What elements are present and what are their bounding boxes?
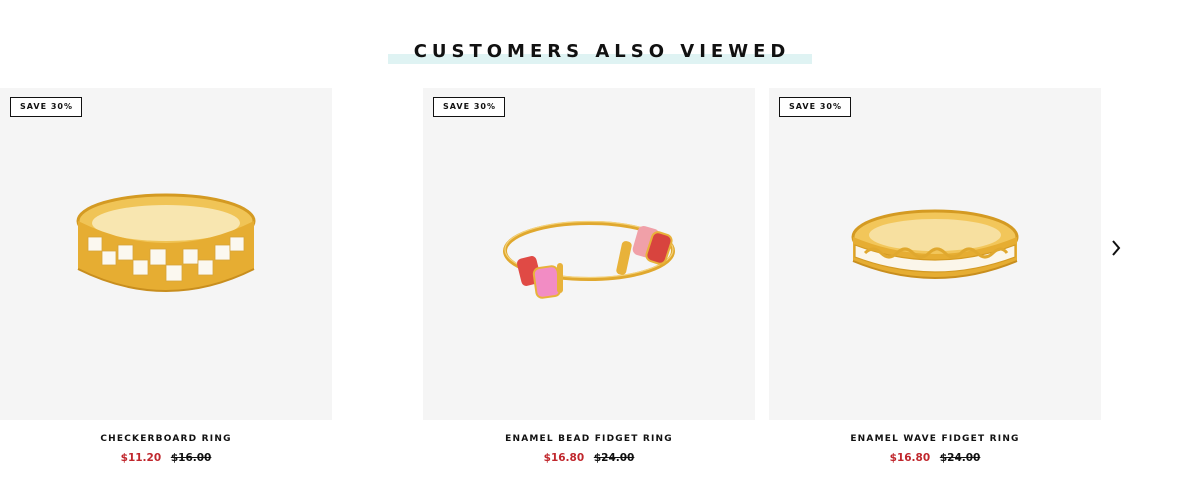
product-price: $16.80 $24.00	[769, 452, 1101, 464]
enamel-wave-ring-icon	[851, 209, 1019, 279]
enamel-bead-ring-icon	[503, 220, 675, 299]
product-card[interactable]: SAVE 30% CHECKERBOARD RING $11.20 $16.00	[0, 88, 332, 464]
product-image[interactable]: SAVE 30%	[423, 88, 755, 420]
sale-price: $16.80	[543, 452, 585, 464]
product-name[interactable]: ENAMEL WAVE FIDGET RING	[769, 434, 1101, 444]
original-price: $16.00	[170, 452, 212, 464]
original-price: $24.00	[593, 452, 635, 464]
sale-price: $11.20	[120, 452, 162, 464]
discount-badge: SAVE 30%	[433, 97, 505, 117]
original-price: $24.00	[939, 452, 981, 464]
product-price: $16.80 $24.00	[423, 452, 755, 464]
discount-badge: SAVE 30%	[10, 97, 82, 117]
product-image[interactable]: SAVE 30%	[0, 88, 332, 420]
carousel-next-button[interactable]	[1106, 236, 1126, 260]
checkerboard-ring-icon	[76, 193, 256, 292]
product-price: $11.20 $16.00	[0, 452, 332, 464]
chevron-right-icon	[1112, 240, 1121, 256]
product-name[interactable]: ENAMEL BEAD FIDGET RING	[423, 434, 755, 444]
section-title: CUSTOMERS ALSO VIEWED	[387, 38, 813, 64]
product-name[interactable]: CHECKERBOARD RING	[0, 434, 332, 444]
discount-badge: SAVE 30%	[779, 97, 851, 117]
product-image[interactable]: SAVE 30%	[769, 88, 1101, 420]
section-header: CUSTOMERS ALSO VIEWED	[0, 38, 1200, 64]
product-card[interactable]: SAVE 30% ENAMEL WAVE FIDGET RING $16.80 …	[769, 88, 1101, 464]
product-card[interactable]: SAVE 30% ENAMEL BEAD FIDGET RING $16.80 …	[423, 88, 755, 464]
product-carousel: SAVE 30% ENAMEL BEAD FIDGET RING $16.80 …	[0, 88, 1200, 478]
sale-price: $16.80	[889, 452, 931, 464]
